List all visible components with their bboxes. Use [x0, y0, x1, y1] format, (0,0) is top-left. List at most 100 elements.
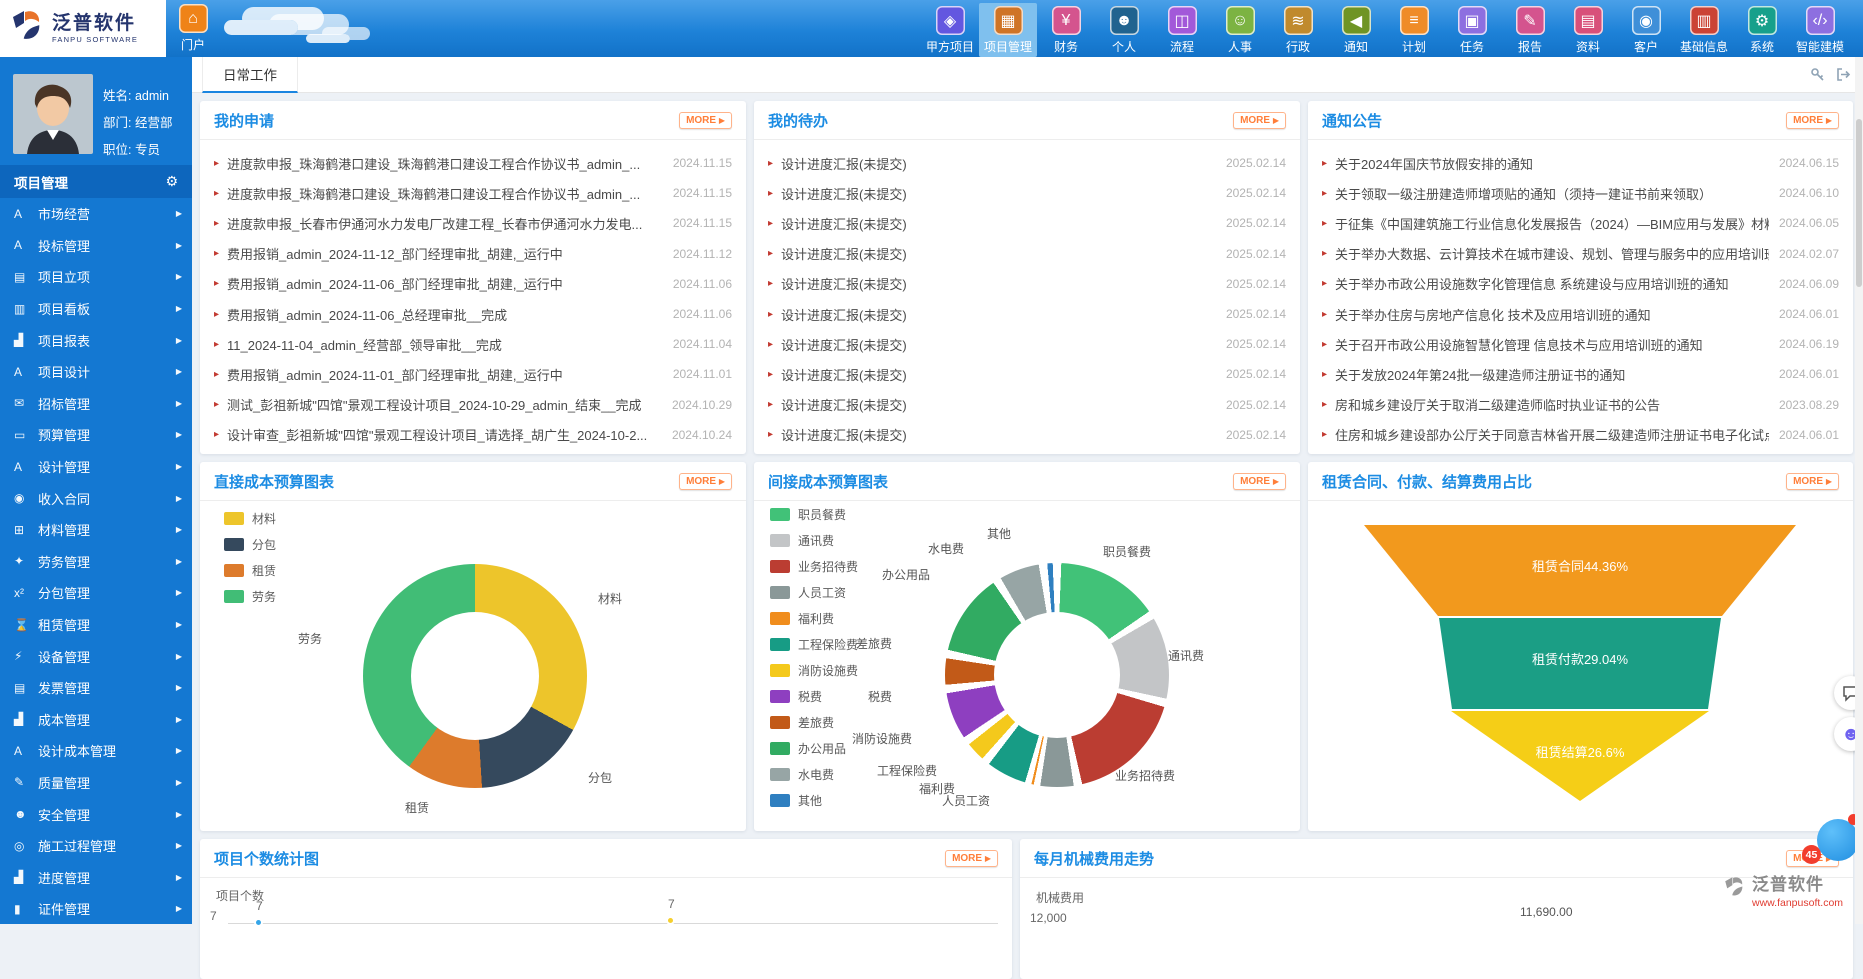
legend-item[interactable]: 劳务 — [224, 588, 276, 605]
key-icon[interactable] — [1810, 67, 1825, 82]
sidebar-item[interactable]: A设计管理▶ — [0, 451, 192, 483]
top-menu-item[interactable]: ▥基础信息 — [1675, 3, 1733, 57]
list-item[interactable]: ▸设计进度汇报(未提交)2025.02.14 — [754, 390, 1300, 420]
legend-item[interactable]: 工程保险费 — [770, 636, 858, 653]
watermark-url[interactable]: www.fanpusoft.com — [1752, 897, 1843, 909]
top-menu-item[interactable]: ◉客户 — [1617, 3, 1675, 57]
legend-item[interactable]: 通讯费 — [770, 532, 858, 549]
top-menu-item[interactable]: ◫流程 — [1153, 3, 1211, 57]
gear-icon[interactable]: ⚙ — [165, 173, 178, 190]
legend-item[interactable]: 差旅费 — [770, 714, 858, 731]
more-button[interactable]: MORE ▶ — [1786, 473, 1839, 490]
list-item[interactable]: ▸设计审查_彭祖新城"四馆"景观工程设计项目_请选择_胡广生_2024-10-2… — [200, 420, 746, 450]
list-item[interactable]: ▸设计进度汇报(未提交)2025.02.14 — [754, 269, 1300, 299]
list-item[interactable]: ▸11_2024-11-04_admin_经营部_领导审批__完成2024.11… — [200, 329, 746, 359]
sidebar-item[interactable]: ▟成本管理▶ — [0, 704, 192, 736]
sidebar-item[interactable]: ✉招标管理▶ — [0, 388, 192, 420]
sidebar-item[interactable]: ▟进度管理▶ — [0, 861, 192, 893]
list-item[interactable]: ▸关于2024年国庆节放假安排的通知2024.06.15 — [1308, 148, 1853, 178]
list-item[interactable]: ▸关于举办住房与房地产信息化 技术及应用培训班的通知2024.06.01 — [1308, 299, 1853, 329]
more-button[interactable]: MORE ▶ — [679, 112, 732, 129]
legend-item[interactable]: 消防设施费 — [770, 662, 858, 679]
top-menu-item[interactable]: ⚙系统 — [1733, 3, 1791, 57]
list-item[interactable]: ▸设计进度汇报(未提交)2025.02.14 — [754, 239, 1300, 269]
list-item[interactable]: ▸进度款申报_长春市伊通河水力发电厂改建工程_长春市伊通河水力发电...2024… — [200, 208, 746, 238]
list-item[interactable]: ▸设计进度汇报(未提交)2025.02.14 — [754, 148, 1300, 178]
list-item[interactable]: ▸设计进度汇报(未提交)2025.02.14 — [754, 299, 1300, 329]
list-item[interactable]: ▸进度款申报_珠海鹤港口建设_珠海鹤港口建设工程合作协议书_admin_...2… — [200, 178, 746, 208]
list-item[interactable]: ▸关于举办大数据、云计算技术在城市建设、规划、管理与服务中的应用培训班...20… — [1308, 239, 1853, 269]
legend-item[interactable]: 税费 — [770, 688, 858, 705]
top-menu-item[interactable]: ◈甲方项目 — [921, 3, 979, 57]
sidebar-item[interactable]: ⌛租赁管理▶ — [0, 609, 192, 641]
sidebar-item[interactable]: ◎施工过程管理▶ — [0, 830, 192, 862]
legend-item[interactable]: 业务招待费 — [770, 558, 858, 575]
sidebar-item[interactable]: ⚡设备管理▶ — [0, 640, 192, 672]
list-item[interactable]: ▸住房和城乡建设部办公厅关于同意吉林省开展二级建造师注册证书电子化试点...20… — [1308, 420, 1853, 450]
sidebar-item[interactable]: ⊞材料管理▶ — [0, 514, 192, 546]
top-menu-item[interactable]: ⇅管理 — [1849, 3, 1863, 57]
scrollbar-thumb[interactable] — [1856, 119, 1862, 287]
list-item[interactable]: ▸关于发放2024年第24批一级建造师注册证书的通知2024.06.01 — [1308, 359, 1853, 389]
qq-chat-button[interactable] — [1817, 819, 1859, 861]
more-button[interactable]: MORE ▶ — [1233, 473, 1286, 490]
sidebar-item[interactable]: ☻安全管理▶ — [0, 798, 192, 830]
more-button[interactable]: MORE ▶ — [679, 473, 732, 490]
sidebar-item[interactable]: ▤发票管理▶ — [0, 672, 192, 704]
list-item[interactable]: ▸费用报销_admin_2024-11-06_部门经理审批_胡建,_运行中202… — [200, 269, 746, 299]
list-item[interactable]: ▸设计进度汇报(未提交)2025.02.14 — [754, 329, 1300, 359]
sidebar-item[interactable]: x²分包管理▶ — [0, 577, 192, 609]
more-button[interactable]: MORE ▶ — [945, 850, 998, 867]
sidebar-item[interactable]: A设计成本管理▶ — [0, 735, 192, 767]
legend-item[interactable]: 办公用品 — [770, 740, 858, 757]
list-item[interactable]: ▸房和城乡建设厅关于取消二级建造师临时执业证书的公告2023.08.29 — [1308, 390, 1853, 420]
more-button[interactable]: MORE ▶ — [1786, 112, 1839, 129]
logout-icon[interactable] — [1836, 67, 1851, 82]
sidebar-item[interactable]: A投标管理▶ — [0, 230, 192, 262]
list-item[interactable]: ▸进度款申报_珠海鹤港口建设_珠海鹤港口建设工程合作协议书_admin_...2… — [200, 148, 746, 178]
sidebar-item[interactable]: ▤项目立项▶ — [0, 261, 192, 293]
list-item[interactable]: ▸设计进度汇报(未提交)2025.02.14 — [754, 420, 1300, 450]
legend-item[interactable]: 福利费 — [770, 610, 858, 627]
list-item[interactable]: ▸于征集《中国建筑施工行业信息化发展报告（2024）—BIM应用与发展》材料..… — [1308, 208, 1853, 238]
top-menu-item[interactable]: ▤资料 — [1559, 3, 1617, 57]
list-item[interactable]: ▸设计进度汇报(未提交)2025.02.14 — [754, 178, 1300, 208]
sidebar-item[interactable]: A市场经营▶ — [0, 198, 192, 230]
legend-item[interactable]: 人员工资 — [770, 584, 858, 601]
list-item[interactable]: ▸费用报销_admin_2024-11-12_部门经理审批_胡建,_运行中202… — [200, 239, 746, 269]
top-menu-item[interactable]: ☻个人 — [1095, 3, 1153, 57]
list-item[interactable]: ▸关于领取一级注册建造师增项贴的通知（须持一建证书前来领取）2024.06.10 — [1308, 178, 1853, 208]
list-item[interactable]: ▸设计进度汇报(未提交)2025.02.14 — [754, 359, 1300, 389]
top-menu-item-portal[interactable]: ⌂ 门户 — [170, 4, 216, 53]
top-menu-item[interactable]: ≋行政 — [1269, 3, 1327, 57]
sidebar-item[interactable]: A项目设计▶ — [0, 356, 192, 388]
more-button[interactable]: MORE ▶ — [1233, 112, 1286, 129]
list-item[interactable]: ▸费用报销_admin_2024-11-01_部门经理审批_胡建,_运行中202… — [200, 359, 746, 389]
top-menu-item[interactable]: ✎报告 — [1501, 3, 1559, 57]
top-menu-item[interactable]: ▣任务 — [1443, 3, 1501, 57]
legend-item[interactable]: 职员餐费 — [770, 506, 858, 523]
legend-item[interactable]: 其他 — [770, 792, 858, 809]
legend-item[interactable]: 租赁 — [224, 562, 276, 579]
list-item[interactable]: ▸设计进度汇报(未提交)2025.02.14 — [754, 208, 1300, 238]
list-item[interactable]: ▸费用报销_admin_2024-11-06_总经理审批__完成2024.11.… — [200, 299, 746, 329]
sidebar-item[interactable]: ✦劳务管理▶ — [0, 546, 192, 578]
list-item[interactable]: ▸关于召开市政公用设施智慧化管理 信息技术与应用培训班的通知2024.06.19 — [1308, 329, 1853, 359]
sidebar-item[interactable]: ▭预算管理▶ — [0, 419, 192, 451]
sidebar-item[interactable]: ◉收入合同▶ — [0, 482, 192, 514]
sidebar-item[interactable]: ▥项目看板▶ — [0, 293, 192, 325]
list-item[interactable]: ▸关于举办市政公用设施数字化管理信息 系统建设与应用培训班的通知2024.06.… — [1308, 269, 1853, 299]
top-menu-item[interactable]: ◀通知 — [1327, 3, 1385, 57]
sidebar-item[interactable]: ▟项目报表▶ — [0, 324, 192, 356]
legend-item[interactable]: 水电费 — [770, 766, 858, 783]
tab-daily-work[interactable]: 日常工作 — [202, 57, 298, 93]
top-menu-item[interactable]: ≡计划 — [1385, 3, 1443, 57]
list-item[interactable]: ▸测试_彭祖新城"四馆"景观工程设计项目_2024-10-29_admin_结束… — [200, 390, 746, 420]
top-menu-item[interactable]: ▦项目管理 — [979, 3, 1037, 57]
top-menu-item[interactable]: ‹/›智能建模 — [1791, 3, 1849, 57]
top-menu-item[interactable]: ¥财务 — [1037, 3, 1095, 57]
scrollbar-track[interactable] — [1855, 57, 1863, 924]
legend-item[interactable]: 分包 — [224, 536, 276, 553]
top-menu-item[interactable]: ☺人事 — [1211, 3, 1269, 57]
sidebar-item[interactable]: ✎质量管理▶ — [0, 767, 192, 799]
